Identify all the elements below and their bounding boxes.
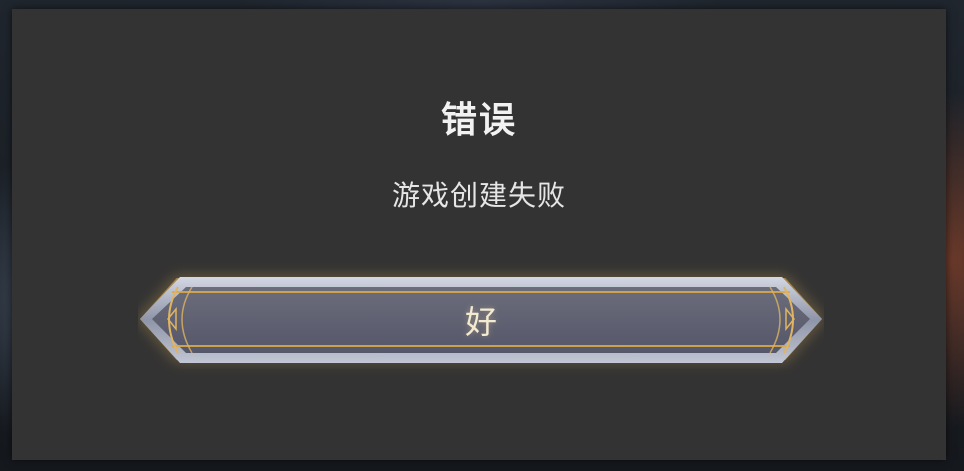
error-dialog: 错误 游戏创建失败 好 — [12, 9, 946, 460]
ok-button-label: 好 — [464, 303, 497, 341]
dialog-message: 游戏创建失败 — [391, 179, 566, 212]
ok-button[interactable]: 好 — [138, 259, 824, 379]
dialog-title: 错误 — [440, 99, 517, 141]
